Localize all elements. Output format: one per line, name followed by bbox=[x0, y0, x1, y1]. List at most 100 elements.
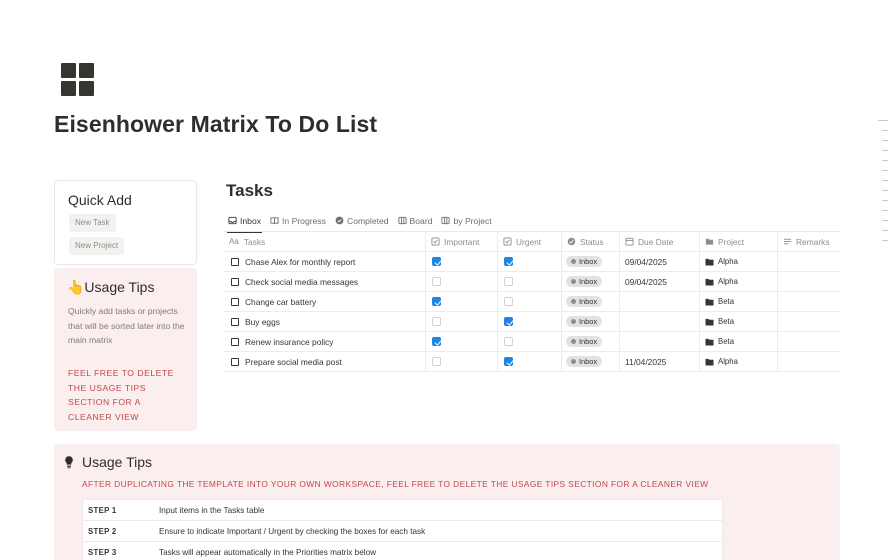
tab-inbox-label: Inbox bbox=[240, 215, 262, 226]
urgent-cell bbox=[498, 352, 562, 371]
column-header-urgent[interactable]: Urgent bbox=[498, 232, 562, 251]
remarks-cell[interactable] bbox=[778, 332, 840, 351]
task-cell[interactable]: Renew insurance policy bbox=[224, 332, 426, 351]
remarks-cell[interactable] bbox=[778, 272, 840, 291]
tab-inbox[interactable]: Inbox bbox=[226, 213, 263, 233]
column-header-project[interactable]: Project bbox=[700, 232, 778, 251]
status-cell[interactable]: Inbox bbox=[562, 272, 620, 291]
folder-icon bbox=[705, 278, 714, 286]
task-name[interactable]: Chase Alex for monthly report bbox=[245, 257, 355, 267]
tab-by-project[interactable]: by Project bbox=[441, 213, 492, 228]
remarks-cell[interactable] bbox=[778, 252, 840, 271]
project-cell[interactable]: Alpha bbox=[700, 352, 778, 371]
column-header-important[interactable]: Important bbox=[426, 232, 498, 251]
status-cell[interactable]: Inbox bbox=[562, 252, 620, 271]
important-checkbox[interactable] bbox=[432, 257, 441, 266]
task-name[interactable]: Renew insurance policy bbox=[245, 337, 333, 347]
table-row[interactable]: Change car battery Inbox Beta bbox=[224, 292, 840, 312]
table-row[interactable]: Chase Alex for monthly report Inbox 09/04/… bbox=[224, 252, 840, 272]
project-cell[interactable]: Beta bbox=[700, 292, 778, 311]
status-cell[interactable]: Inbox bbox=[562, 312, 620, 331]
urgent-checkbox[interactable] bbox=[504, 297, 513, 306]
due-date-cell[interactable] bbox=[620, 332, 700, 351]
project-cell[interactable]: Alpha bbox=[700, 272, 778, 291]
tab-completed[interactable]: Completed bbox=[335, 213, 389, 228]
urgent-checkbox[interactable] bbox=[504, 277, 513, 286]
column-header-due-date[interactable]: Due Date bbox=[620, 232, 700, 251]
page-title: Eisenhower Matrix To Do List bbox=[54, 111, 378, 137]
new-project-button[interactable]: New Project bbox=[69, 237, 125, 255]
urgent-checkbox[interactable] bbox=[504, 337, 513, 346]
urgent-checkbox[interactable] bbox=[504, 357, 513, 366]
remarks-cell[interactable] bbox=[778, 292, 840, 311]
important-checkbox[interactable] bbox=[432, 337, 441, 346]
urgent-cell bbox=[498, 292, 562, 311]
project-link[interactable]: Alpha bbox=[705, 357, 738, 366]
remarks-cell[interactable] bbox=[778, 352, 840, 371]
table-row[interactable]: Renew insurance policy Inbox Beta bbox=[224, 332, 840, 352]
project-link[interactable]: Alpha bbox=[705, 277, 738, 286]
task-page-icon bbox=[231, 277, 239, 286]
task-name[interactable]: Change car battery bbox=[245, 297, 316, 307]
bottom-tips-warning: AFTER DUPLICATING THE TEMPLATE INTO YOUR… bbox=[82, 479, 709, 489]
column-header-remarks[interactable]: Remarks bbox=[778, 232, 840, 251]
task-name[interactable]: Buy eggs bbox=[245, 317, 280, 327]
task-page-icon bbox=[231, 357, 239, 366]
task-cell[interactable]: Prepare social media post bbox=[224, 352, 426, 371]
task-name[interactable]: Check social media messages bbox=[245, 277, 358, 287]
task-cell[interactable]: Change car battery bbox=[224, 292, 426, 311]
important-checkbox[interactable] bbox=[432, 357, 441, 366]
due-date-cell[interactable] bbox=[620, 292, 700, 311]
status-dot bbox=[571, 259, 576, 264]
urgent-checkbox[interactable] bbox=[504, 317, 513, 326]
project-name: Beta bbox=[718, 337, 735, 346]
due-date-cell[interactable]: 09/04/2025 bbox=[620, 272, 700, 291]
task-name[interactable]: Prepare social media post bbox=[245, 357, 342, 367]
table-row[interactable]: Buy eggs Inbox Beta bbox=[224, 312, 840, 332]
project-link[interactable]: Beta bbox=[705, 297, 734, 306]
tab-by-project-label: by Project bbox=[453, 215, 492, 226]
urgent-cell bbox=[498, 332, 562, 351]
project-link[interactable]: Alpha bbox=[705, 257, 738, 266]
project-cell[interactable]: Beta bbox=[700, 332, 778, 351]
book-icon bbox=[270, 217, 279, 225]
status-cell[interactable]: Inbox bbox=[562, 332, 620, 351]
project-cell[interactable]: Beta bbox=[700, 312, 778, 331]
table-row[interactable]: Prepare social media post Inbox 11/04/2025… bbox=[224, 352, 840, 372]
remarks-cell[interactable] bbox=[778, 312, 840, 331]
important-checkbox[interactable] bbox=[432, 297, 441, 306]
outline-ticks[interactable] bbox=[878, 120, 888, 250]
project-link[interactable]: Beta bbox=[705, 337, 734, 346]
side-tips-title: 👆Usage Tips bbox=[67, 279, 155, 295]
column-label: Remarks bbox=[796, 236, 830, 247]
status-badge: Inbox bbox=[566, 336, 603, 347]
step-label: STEP 2 bbox=[88, 526, 117, 536]
new-task-button[interactable]: New Task bbox=[69, 214, 116, 232]
status-cell[interactable]: Inbox bbox=[562, 352, 620, 371]
status-dot bbox=[571, 299, 576, 304]
folder-icon bbox=[705, 358, 714, 366]
project-link[interactable]: Beta bbox=[705, 317, 734, 326]
urgent-cell bbox=[498, 272, 562, 291]
important-cell bbox=[426, 272, 498, 291]
status-cell[interactable]: Inbox bbox=[562, 292, 620, 311]
due-date-cell[interactable]: 09/04/2025 bbox=[620, 252, 700, 271]
important-checkbox[interactable] bbox=[432, 277, 441, 286]
grid-icon[interactable] bbox=[61, 63, 94, 96]
tab-in-progress[interactable]: In Progress bbox=[270, 213, 326, 228]
column-header-tasks[interactable]: Aa Tasks bbox=[224, 232, 426, 251]
project-cell[interactable]: Alpha bbox=[700, 252, 778, 271]
step-label: STEP 1 bbox=[88, 505, 117, 515]
task-cell[interactable]: Check social media messages bbox=[224, 272, 426, 291]
due-date-cell[interactable]: 11/04/2025 bbox=[620, 352, 700, 371]
tab-board[interactable]: Board bbox=[397, 213, 432, 228]
task-cell[interactable]: Chase Alex for monthly report bbox=[224, 252, 426, 271]
side-usage-tips: 👆Usage Tips Quickly add tasks or project… bbox=[54, 268, 197, 431]
table-row[interactable]: Check social media messages Inbox 09/04/20… bbox=[224, 272, 840, 292]
due-date-cell[interactable] bbox=[620, 312, 700, 331]
task-cell[interactable]: Buy eggs bbox=[224, 312, 426, 331]
urgent-checkbox[interactable] bbox=[504, 257, 513, 266]
important-checkbox[interactable] bbox=[432, 317, 441, 326]
bottom-usage-tips: Usage Tips AFTER DUPLICATING THE TEMPLAT… bbox=[54, 444, 840, 560]
column-header-status[interactable]: Status bbox=[562, 232, 620, 251]
